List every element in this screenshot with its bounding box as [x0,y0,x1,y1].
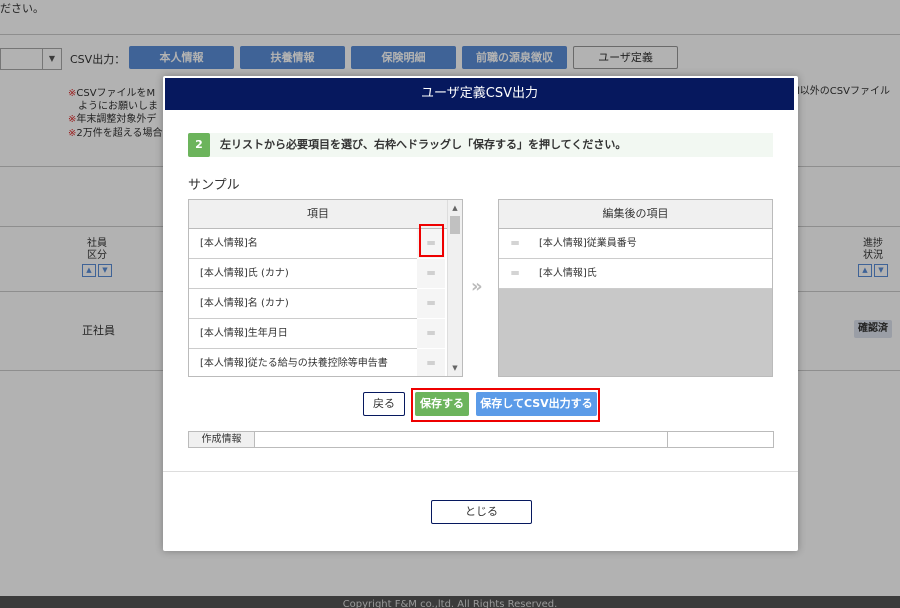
available-items-header: 項目 [189,200,447,229]
sample-title: サンプル [188,178,240,193]
list-item[interactable]: [本人情報]生年月日 ═ [189,319,445,349]
list-item-label: [本人情報]生年月日 [200,328,288,339]
scroll-up-icon[interactable]: ▲ [448,202,462,214]
highlight-box [411,388,600,422]
highlight-box [419,224,444,257]
drag-handle-icon[interactable]: ═ [417,349,445,376]
creation-info-value [668,432,773,447]
list-item[interactable]: [本人情報]名 (カナ) ═ [189,289,445,319]
list-item-label: [本人情報]氏 (カナ) [200,268,289,279]
list-item[interactable]: [本人情報]名 ═ [189,229,445,259]
creation-info-label: 作成情報 [189,432,255,447]
list-scrollbar[interactable]: ▲ ▼ [447,200,462,376]
drag-handle-icon[interactable]: ═ [417,259,445,288]
divider [163,471,798,472]
creation-info-row: 作成情報 [188,431,774,448]
list-item-label: [本人情報]氏 [539,268,597,279]
step-text: 左リストから必要項目を選び、右枠へドラッグし「保存する」を押してください。 [220,138,627,151]
drag-handle-icon[interactable]: ═ [417,319,445,348]
move-right-icon: » [471,276,483,297]
selected-items-list[interactable]: 編集後の項目 ═ [本人情報]従業員番号 ═ [本人情報]氏 [498,199,773,377]
list-item[interactable]: [本人情報]氏 (カナ) ═ [189,259,445,289]
drag-handle-icon[interactable]: ═ [417,289,445,318]
selected-items-header: 編集後の項目 [499,200,772,229]
creation-info-value [255,432,668,447]
drag-handle-icon[interactable]: ═ [501,259,529,288]
list-item[interactable]: [本人情報]従たる給与の扶養控除等申告書 ═ [189,349,445,376]
list-item-label: [本人情報]名 (カナ) [200,298,289,309]
scroll-down-icon[interactable]: ▼ [448,362,462,374]
scroll-thumb[interactable] [450,216,460,234]
back-button[interactable]: 戻る [363,392,405,416]
list-item[interactable]: ═ [本人情報]従業員番号 [499,229,772,259]
list-item-label: [本人情報]従業員番号 [539,238,637,249]
list-item-label: [本人情報]名 [200,238,258,249]
step-instruction: 2 左リストから必要項目を選び、右枠へドラッグし「保存する」を押してください。 [188,133,773,157]
modal-title: ユーザ定義CSV出力 [165,78,794,110]
list-item[interactable]: ═ [本人情報]氏 [499,259,772,289]
drag-handle-icon[interactable]: ═ [501,229,529,258]
user-defined-csv-modal: ユーザ定義CSV出力 2 左リストから必要項目を選び、右枠へドラッグし「保存する… [163,76,798,551]
step-number-badge: 2 [188,133,210,157]
list-item-label: [本人情報]従たる給与の扶養控除等申告書 [200,358,388,369]
close-button[interactable]: とじる [431,500,532,524]
